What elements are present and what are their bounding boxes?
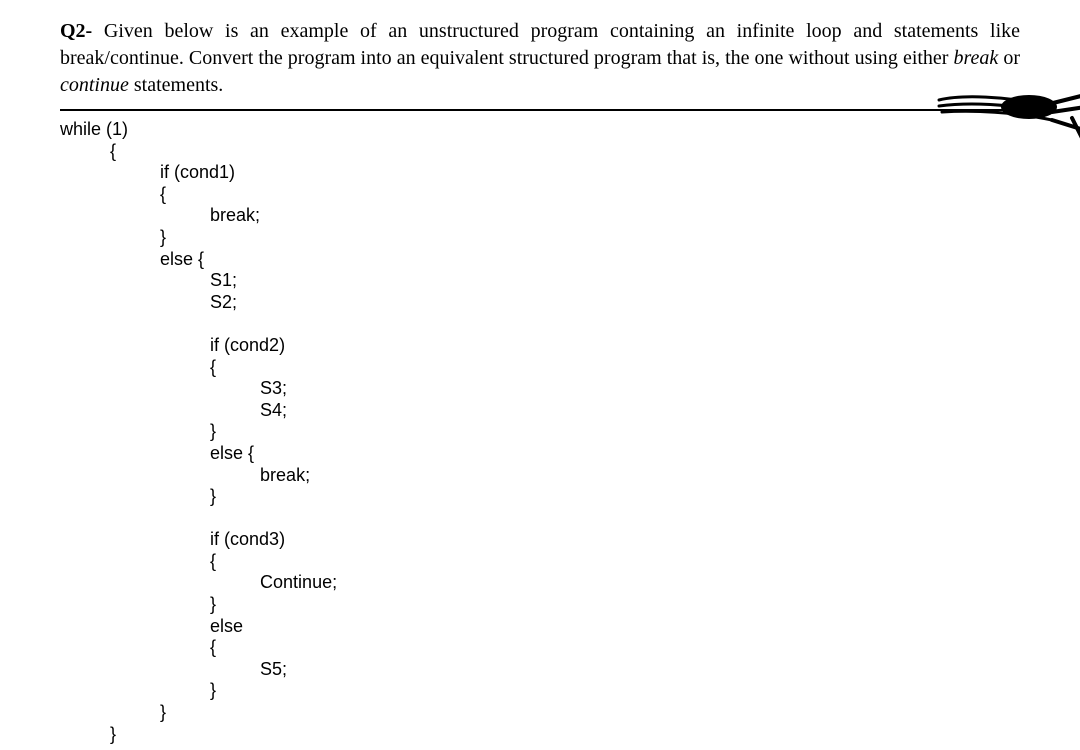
code-line: } [60, 680, 216, 700]
question-text: Q2- Given below is an example of an unst… [60, 18, 1020, 99]
code-line: while (1) [60, 119, 128, 139]
code-line: } [60, 486, 216, 506]
code-line: { [60, 637, 216, 657]
code-line: S5; [60, 659, 287, 679]
code-line: Continue; [60, 572, 337, 592]
question-label: Q2- [60, 20, 92, 42]
question-body-1: Given below is an example of an unstruct… [60, 20, 1020, 69]
code-line: break; [60, 465, 310, 485]
code-line: { [60, 184, 166, 204]
code-line: } [60, 702, 166, 722]
code-line: } [60, 594, 216, 614]
code-line: if (cond1) [60, 162, 235, 182]
code-line: S3; [60, 378, 287, 398]
question-mid: or [998, 47, 1020, 69]
code-line: else [60, 616, 243, 636]
code-line: } [60, 227, 166, 247]
code-line: { [60, 357, 216, 377]
code-line: else { [60, 443, 254, 463]
code-line: S4; [60, 400, 287, 420]
code-line: { [60, 141, 116, 161]
italic-break: break [954, 47, 999, 69]
code-line: { [60, 551, 216, 571]
separator-line [60, 109, 1020, 111]
handwritten-annotation-icon [934, 82, 1080, 142]
code-line: if (cond2) [60, 335, 285, 355]
code-line: break; [60, 205, 260, 225]
question-body-2: statements. [129, 74, 223, 96]
code-line: S1; [60, 270, 237, 290]
code-line: else { [60, 249, 204, 269]
code-line: } [60, 421, 216, 441]
code-line: if (cond3) [60, 529, 285, 549]
italic-continue: continue [60, 74, 129, 96]
code-line: S2; [60, 292, 237, 312]
code-block: while (1) { if (cond1) { break; } else {… [60, 119, 1020, 745]
code-line: } [60, 724, 116, 744]
